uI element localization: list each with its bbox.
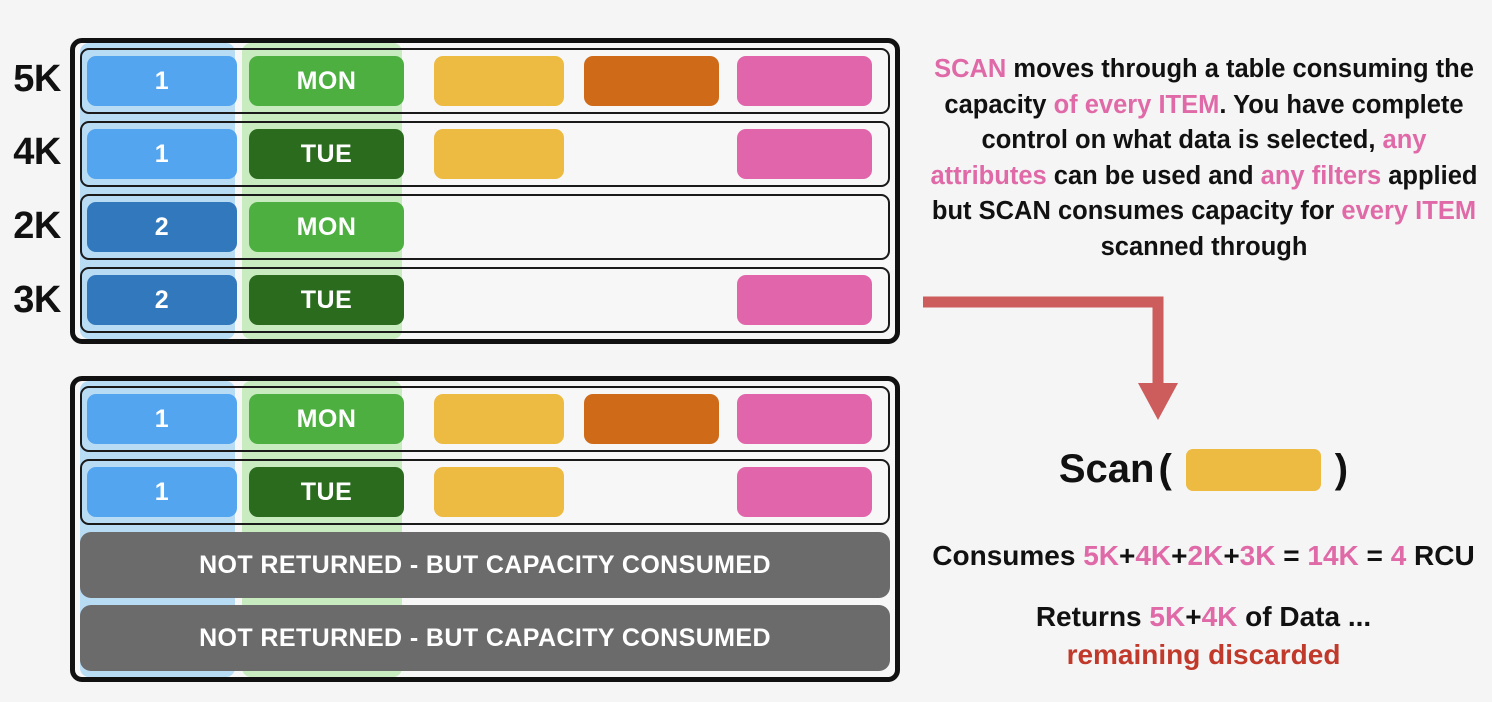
table-row[interactable]: 1 TUE [80, 459, 890, 525]
cell-attribute [434, 394, 564, 444]
cell-partition-key: 1 [87, 394, 237, 444]
cell-sort-key: TUE [249, 467, 404, 517]
text-segment: RCU [1406, 540, 1475, 571]
table-row[interactable]: 1 TUE [80, 121, 890, 187]
scan-description: SCAN moves through a table consuming the… [923, 52, 1485, 265]
open-paren: ( [1158, 447, 1172, 491]
cell-partition-key: 2 [87, 202, 237, 252]
text-segment: every ITEM [1341, 197, 1477, 225]
text-segment: of Data ... [1237, 601, 1372, 632]
text-segment: any filters [1260, 161, 1382, 190]
not-returned-bar: NOT RETURNED - BUT CAPACITY CONSUMED [80, 532, 890, 598]
cell-partition-key: 1 [87, 129, 237, 179]
text-segment: + [1171, 540, 1188, 571]
table-row[interactable]: 2 TUE [80, 267, 890, 333]
cell-sort-key: TUE [249, 129, 404, 179]
cell-sort-key: MON [249, 56, 404, 106]
text-segment: 4 [1390, 540, 1407, 571]
text-segment: 14K [1307, 540, 1359, 571]
table-row[interactable]: 1 MON [80, 48, 890, 114]
close-paren: ) [1334, 447, 1349, 491]
scan-attribute-chip [1185, 448, 1321, 491]
table-row[interactable]: 2 MON [80, 194, 890, 260]
cell-attribute [434, 467, 564, 517]
flow-arrow-icon [923, 296, 1178, 420]
text-segment: + [1119, 540, 1136, 571]
text-segment: can be used and [1046, 161, 1261, 190]
cell-partition-key: 1 [87, 467, 237, 517]
not-returned-bar: NOT RETURNED - BUT CAPACITY CONSUMED [80, 605, 890, 671]
cell-attribute [737, 129, 872, 179]
cell-attribute [737, 394, 872, 444]
row-capacity-label: 4K [13, 131, 61, 173]
tables-pane: 5K 4K 2K 3K 1 MON 1 TUE 2 MON 2 TUE 1 MON 1 TUE NOT… [0, 0, 915, 702]
cell-sort-key: MON [249, 394, 404, 444]
text-segment: = [1275, 540, 1308, 571]
text-segment: Returns [1035, 601, 1150, 632]
cell-attribute [584, 56, 719, 106]
cell-attribute [737, 275, 872, 325]
cell-attribute [737, 56, 872, 106]
returned-table: 1 MON 1 TUE NOT RETURNED - BUT CAPACITY CONS… [70, 376, 900, 682]
text-segment: SCAN [934, 55, 1007, 83]
explanation-pane: SCAN moves through a table consuming the… [915, 0, 1492, 702]
text-segment: + [1223, 540, 1240, 571]
row-capacity-label: 3K [13, 279, 61, 321]
cell-attribute [434, 129, 564, 179]
cell-partition-key: 2 [87, 275, 237, 325]
row-capacity-label: 2K [13, 205, 61, 247]
text-segment: of every ITEM [1053, 90, 1220, 119]
cell-attribute [737, 467, 872, 517]
scan-expression: Scan ( ) [915, 447, 1492, 492]
text-segment: + [1185, 601, 1202, 632]
text-segment: 2K [1187, 540, 1224, 571]
text-segment: = [1358, 540, 1391, 571]
returns-summary: Returns 5K+4K of Data ... [915, 601, 1492, 633]
text-segment: 4K [1135, 540, 1172, 571]
cell-attribute [584, 394, 719, 444]
text-segment: Consumes [932, 540, 1084, 571]
text-segment: 3K [1239, 540, 1276, 571]
text-segment: 4K [1201, 601, 1238, 632]
cell-sort-key: MON [249, 202, 404, 252]
discard-note: remaining discarded [1066, 639, 1341, 670]
cell-attribute [434, 56, 564, 106]
row-capacity-label: 5K [13, 58, 61, 100]
cell-partition-key: 1 [87, 56, 237, 106]
source-table: 1 MON 1 TUE 2 MON 2 TUE [70, 38, 900, 344]
scan-label: Scan [1058, 447, 1155, 491]
cell-sort-key: TUE [249, 275, 404, 325]
text-segment: 5K [1149, 601, 1186, 632]
text-segment: scanned through [1100, 232, 1308, 261]
consumes-summary: Consumes 5K+4K+2K+3K = 14K = 4 RCU [915, 540, 1492, 572]
diagram-stage: 5K 4K 2K 3K 1 MON 1 TUE 2 MON 2 TUE 1 MON 1 TUE NOT… [0, 0, 1492, 702]
text-segment: 5K [1083, 540, 1119, 571]
table-row[interactable]: 1 MON [80, 386, 890, 452]
